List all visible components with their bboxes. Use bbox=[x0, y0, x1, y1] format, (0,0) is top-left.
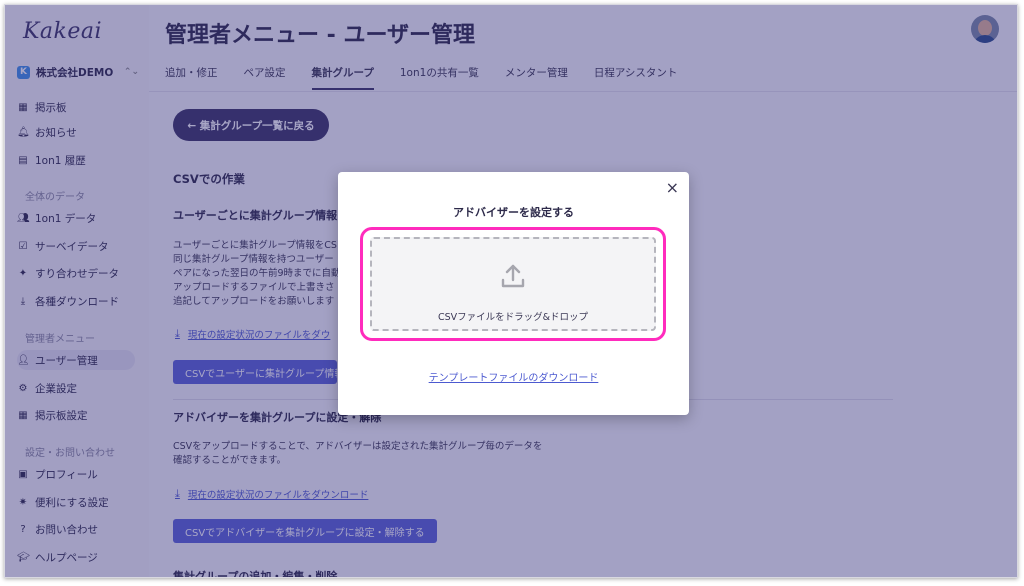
dropzone-text: CSVファイルをドラッグ&ドロップ bbox=[437, 312, 589, 323]
dropzone-highlight: CSVファイルをドラッグ&ドロップ bbox=[360, 227, 666, 341]
advisor-settings-modal: × アドバイザーを設定する CSVファイルをドラッグ&ドロップ テンプレートファ… bbox=[338, 172, 689, 415]
app-window: Kakeai K 株式会社DEMO ⌃⌄ ▦ 掲示板 🔔︎ お知らせ ▤ 1on… bbox=[4, 4, 1018, 578]
csv-dropzone[interactable]: CSVファイルをドラッグ&ドロップ bbox=[370, 237, 656, 331]
modal-title: アドバイザーを設定する bbox=[453, 206, 574, 219]
template-download-link[interactable]: テンプレートファイルのダウンロード bbox=[338, 369, 689, 384]
close-icon[interactable]: × bbox=[666, 178, 679, 197]
upload-icon bbox=[501, 264, 525, 288]
